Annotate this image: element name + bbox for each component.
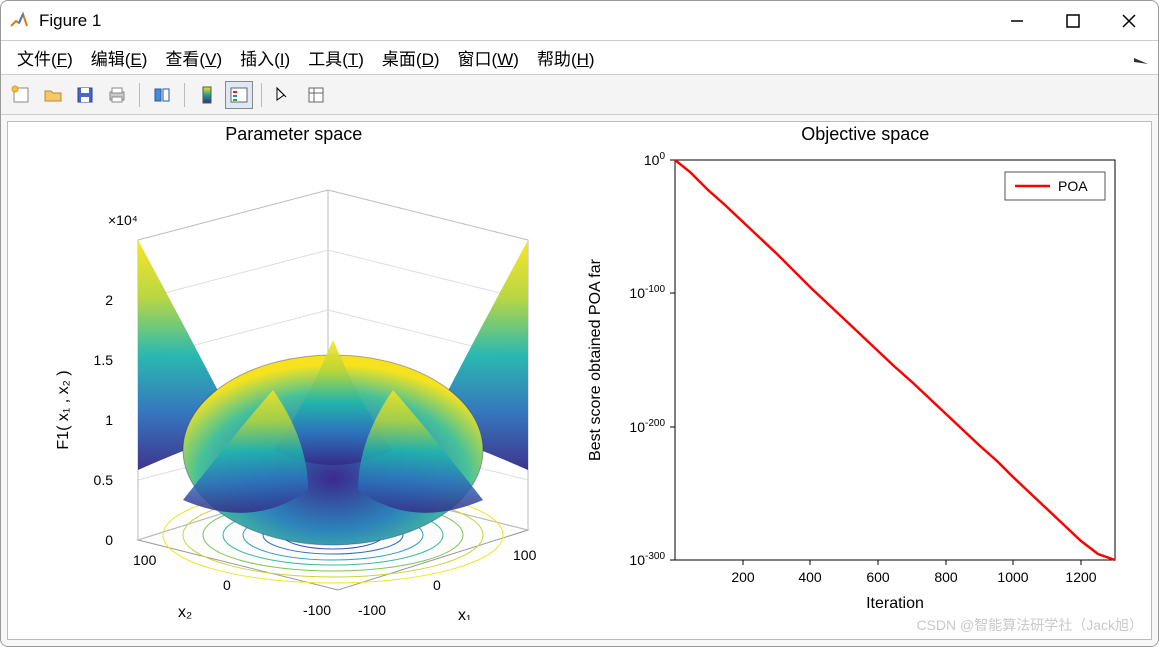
svg-text:2: 2	[105, 292, 113, 308]
subplot-objective-space[interactable]: Objective space 100 10-100 10-	[580, 122, 1152, 639]
svg-text:10-100: 10-100	[629, 284, 665, 301]
svg-text:0.5: 0.5	[94, 472, 114, 488]
menu-help[interactable]: 帮助(H)	[529, 42, 603, 73]
toolbar	[1, 75, 1158, 115]
svg-text:100: 100	[643, 151, 665, 168]
semilogy-axes: 100 10-100 10-200 10-300 200 400	[580, 130, 1140, 620]
insert-legend-button[interactable]	[225, 81, 253, 109]
surface3d-axes: 0 0.5 1 1.5 2 ×10⁴ 100 0 -100 -100 0 100…	[8, 130, 568, 620]
svg-text:1: 1	[105, 412, 113, 428]
svg-text:F1( x₁ , x₂ ): F1( x₁ , x₂ )	[55, 370, 72, 449]
edit-plot-button[interactable]	[270, 81, 298, 109]
property-inspector-button[interactable]	[302, 81, 330, 109]
close-button[interactable]	[1120, 12, 1138, 30]
maximize-button[interactable]	[1064, 12, 1082, 30]
svg-text:0: 0	[105, 532, 113, 548]
svg-text:400: 400	[798, 569, 822, 585]
svg-text:100: 100	[513, 547, 537, 563]
svg-text:10-300: 10-300	[629, 551, 665, 568]
dock-icon[interactable]	[1134, 53, 1150, 63]
svg-text:-100: -100	[358, 602, 386, 618]
svg-text:1000: 1000	[997, 569, 1028, 585]
svg-text:×10⁴: ×10⁴	[108, 212, 138, 228]
svg-text:100: 100	[133, 552, 157, 568]
toolbar-sep-1	[139, 83, 140, 107]
matlab-icon	[9, 11, 29, 31]
svg-text:Iteration: Iteration	[866, 595, 924, 612]
toolbar-sep-2	[184, 83, 185, 107]
svg-text:x₂: x₂	[178, 604, 192, 620]
svg-text:1.5: 1.5	[94, 352, 114, 368]
menu-tools[interactable]: 工具(T)	[300, 42, 372, 73]
svg-text:0: 0	[433, 577, 441, 593]
svg-text:x₁: x₁	[458, 607, 471, 620]
window-title: Figure 1	[39, 11, 1008, 31]
svg-text:-100: -100	[303, 602, 331, 618]
open-button[interactable]	[39, 81, 67, 109]
svg-text:0: 0	[223, 577, 231, 593]
menu-view[interactable]: 查看(V)	[157, 42, 230, 73]
menu-window[interactable]: 窗口(W)	[450, 42, 527, 73]
legend[interactable]: POA	[1005, 172, 1105, 200]
svg-text:600: 600	[866, 569, 890, 585]
svg-text:10-200: 10-200	[629, 418, 665, 435]
subplot-parameter-space[interactable]: Parameter space	[8, 122, 580, 639]
new-figure-button[interactable]	[7, 81, 35, 109]
menubar: 文件(F) 编辑(E) 查看(V) 插入(I) 工具(T) 桌面(D) 窗口(W…	[1, 41, 1158, 75]
svg-text:1200: 1200	[1065, 569, 1096, 585]
window-controls	[1008, 12, 1150, 30]
menu-insert[interactable]: 插入(I)	[232, 42, 298, 73]
titlebar: Figure 1	[1, 1, 1158, 41]
svg-text:POA: POA	[1058, 178, 1088, 194]
svg-text:800: 800	[934, 569, 958, 585]
print-button[interactable]	[103, 81, 131, 109]
figure-area: Parameter space	[1, 115, 1158, 646]
minimize-button[interactable]	[1008, 12, 1026, 30]
save-button[interactable]	[71, 81, 99, 109]
link-brush-button[interactable]	[148, 81, 176, 109]
menu-file[interactable]: 文件(F)	[9, 42, 81, 73]
svg-text:Best score obtained POA far: Best score obtained POA far	[587, 258, 604, 461]
svg-text:200: 200	[731, 569, 755, 585]
insert-colorbar-button[interactable]	[193, 81, 221, 109]
menu-desktop[interactable]: 桌面(D)	[374, 42, 448, 73]
toolbar-sep-3	[261, 83, 262, 107]
plots-container: Parameter space	[7, 121, 1152, 640]
figure-window: Figure 1 文件(F) 编辑(E) 查看(V) 插入(I) 工具(T) 桌…	[0, 0, 1159, 647]
menu-edit[interactable]: 编辑(E)	[83, 42, 156, 73]
